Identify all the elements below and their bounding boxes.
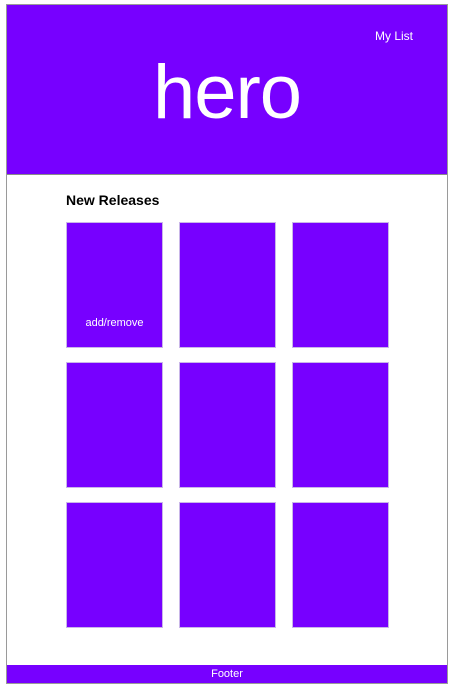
release-card[interactable]	[292, 502, 389, 628]
hero-banner: My List hero	[7, 5, 447, 175]
release-card[interactable]	[292, 222, 389, 348]
section-title: New Releases	[66, 192, 160, 208]
add-remove-button[interactable]: add/remove	[67, 317, 162, 329]
release-card[interactable]	[179, 362, 276, 488]
release-card[interactable]	[179, 222, 276, 348]
hero-title: hero	[152, 50, 302, 135]
footer: Footer	[7, 665, 447, 683]
release-grid: add/remove	[66, 222, 389, 628]
release-card[interactable]	[66, 502, 163, 628]
release-card[interactable]	[66, 362, 163, 488]
my-list-link[interactable]: My List	[375, 29, 413, 43]
app-frame: My List hero New Releases add/remove Foo…	[6, 4, 448, 684]
release-card[interactable]	[179, 502, 276, 628]
release-card[interactable]: add/remove	[66, 222, 163, 348]
release-card[interactable]	[292, 362, 389, 488]
